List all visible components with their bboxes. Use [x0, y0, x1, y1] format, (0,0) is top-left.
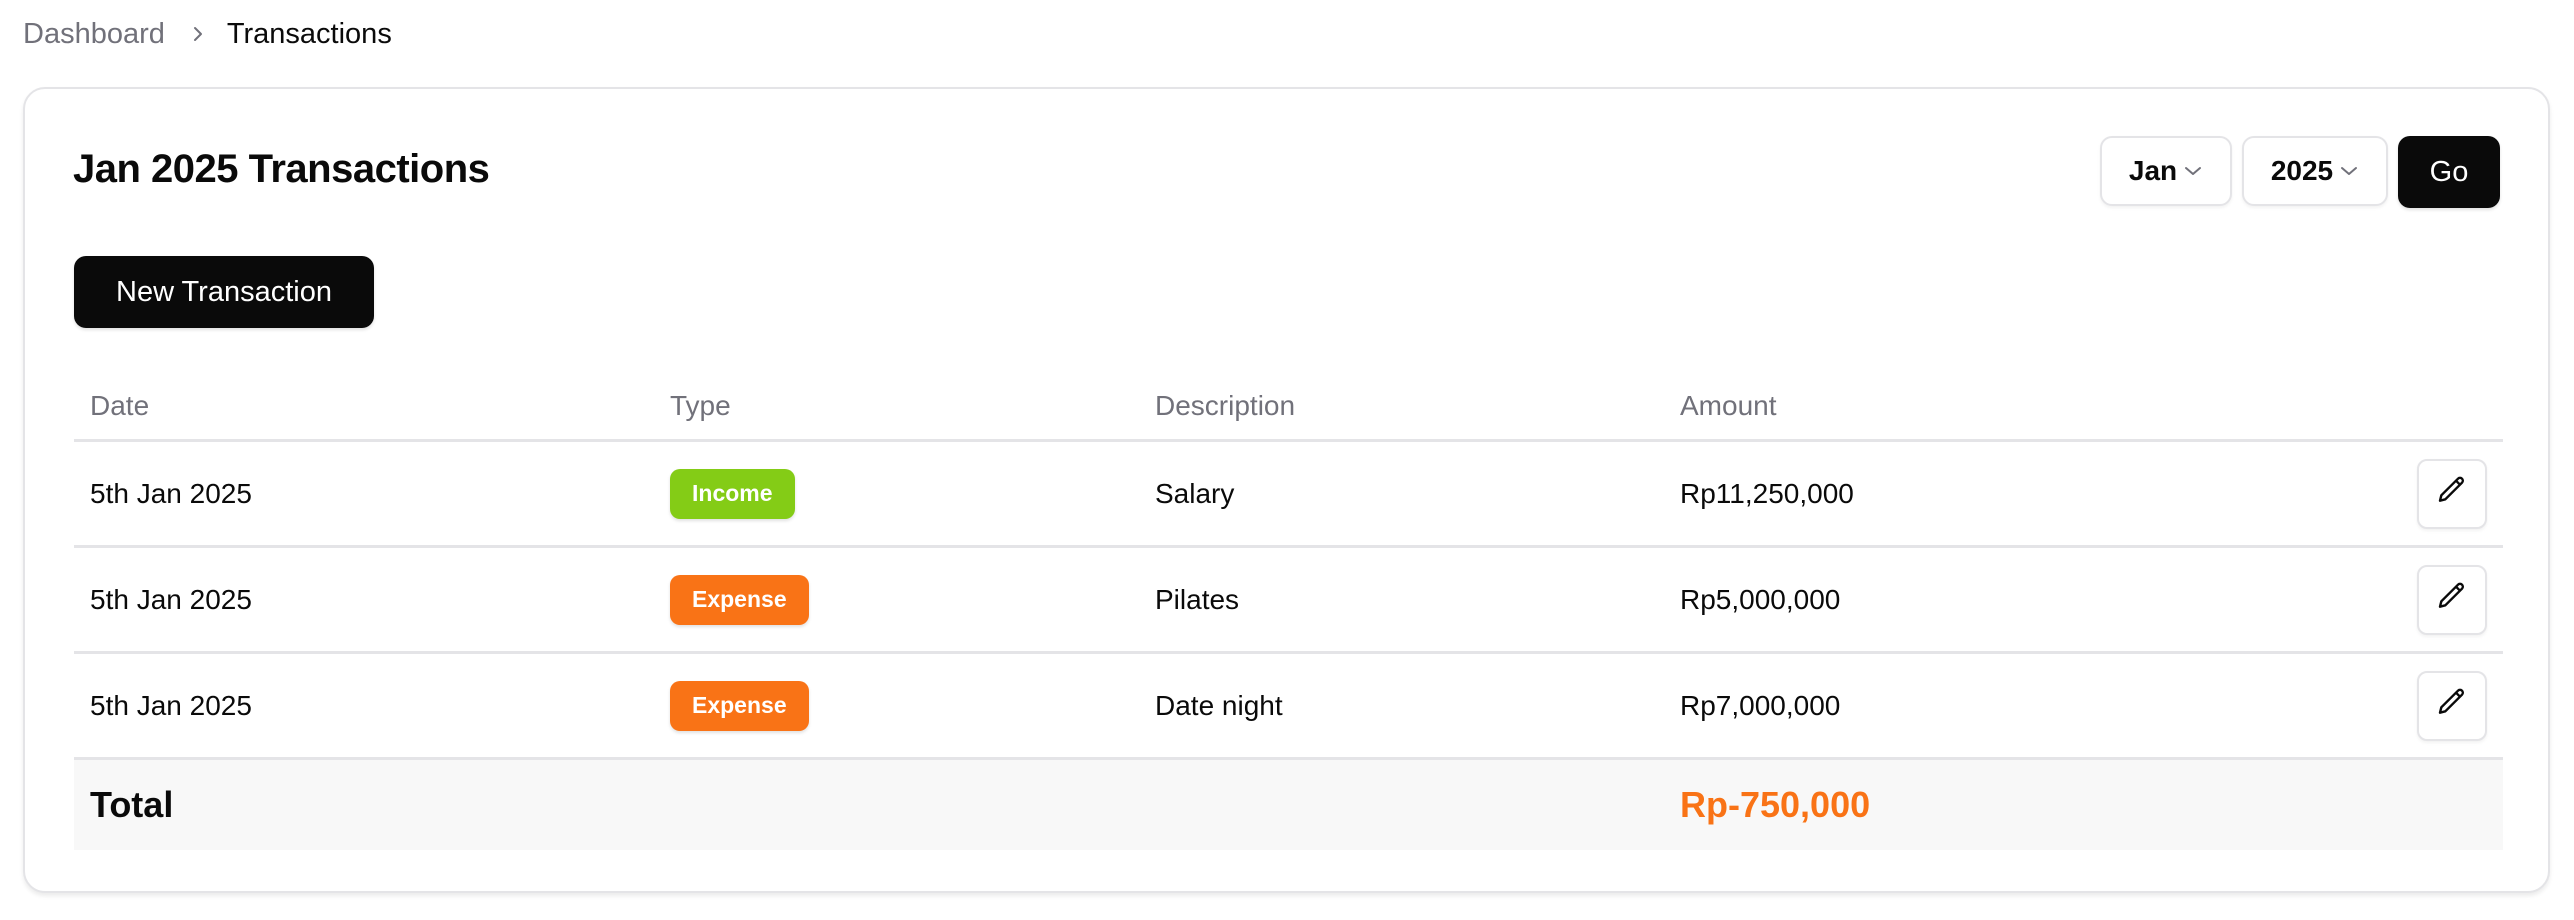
month-select-value: Jan — [2128, 155, 2178, 186]
row-amount: Rp11,250,000 — [1680, 477, 1854, 509]
page-title: Jan 2025 Transactions — [73, 147, 490, 191]
type-badge-expense: Expense — [670, 680, 809, 731]
new-transaction-button[interactable]: New Transaction — [74, 256, 374, 328]
total-value: Rp-750,000 — [1680, 784, 1871, 825]
row-description: Salary — [1155, 477, 1235, 509]
table-header: Date Type Description Amount — [74, 372, 2503, 442]
row-amount: Rp7,000,000 — [1680, 689, 1841, 721]
chevron-down-icon — [2183, 164, 2203, 178]
year-select-value: 2025 — [2270, 155, 2334, 186]
row-date: 5th Jan 2025 — [90, 477, 252, 509]
type-badge-expense: Expense — [670, 574, 809, 625]
pencil-icon — [2436, 474, 2468, 513]
go-button[interactable]: Go — [2398, 136, 2500, 208]
type-badge-income: Income — [670, 468, 795, 519]
row-date: 5th Jan 2025 — [90, 583, 252, 615]
pencil-icon — [2436, 580, 2468, 619]
edit-transaction-button[interactable] — [2417, 458, 2487, 529]
row-amount: Rp5,000,000 — [1680, 583, 1841, 615]
edit-transaction-button[interactable] — [2417, 670, 2487, 741]
pencil-icon — [2436, 686, 2468, 725]
column-header-type: Type — [670, 389, 731, 421]
breadcrumb-current-page: Transactions — [226, 17, 392, 50]
row-description: Pilates — [1155, 583, 1240, 615]
chevron-down-icon — [2339, 164, 2359, 178]
table-row: 5th Jan 2025 Income Salary Rp11,250,000 — [74, 442, 2503, 548]
period-filter: Jan 2025 Go — [2100, 136, 2500, 208]
transactions-card: Jan 2025 Transactions Jan 2025 Go New Tr… — [23, 87, 2550, 893]
column-header-date: Date — [90, 389, 150, 421]
table-row: 5th Jan 2025 Expense Date night Rp7,000,… — [74, 654, 2503, 760]
breadcrumb-dashboard-link[interactable]: Dashboard — [23, 18, 165, 51]
table-footer-total: Total Rp-750,000 — [74, 760, 2503, 850]
row-date: 5th Jan 2025 — [90, 689, 252, 721]
table-row: 5th Jan 2025 Expense Pilates Rp5,000,000 — [74, 548, 2503, 654]
breadcrumb: Dashboard Transactions — [23, 12, 392, 56]
chevron-right-icon — [191, 24, 205, 44]
edit-transaction-button[interactable] — [2417, 564, 2487, 635]
total-label: Total — [90, 784, 174, 825]
month-select[interactable]: Jan — [2100, 136, 2232, 206]
year-select[interactable]: 2025 — [2242, 136, 2388, 206]
transactions-table: Date Type Description Amount 5th Jan 202… — [74, 372, 2503, 850]
column-header-description: Description — [1155, 389, 1296, 421]
column-header-amount: Amount — [1680, 389, 1777, 421]
row-description: Date night — [1155, 689, 1283, 721]
